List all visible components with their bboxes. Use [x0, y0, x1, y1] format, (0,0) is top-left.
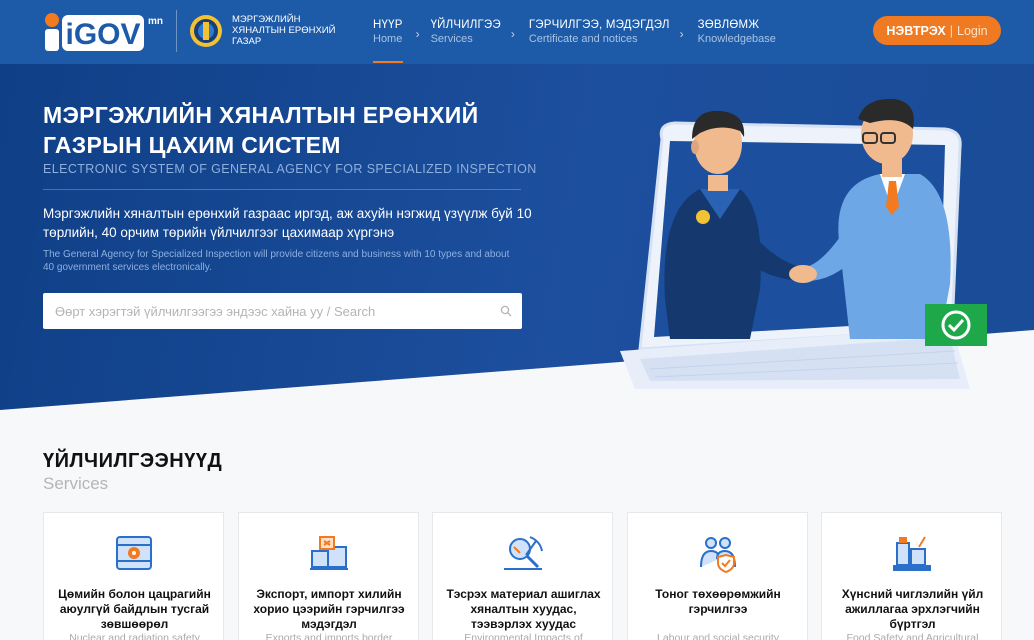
service-card[interactable]: Экспорт, импорт хилийн хорио цээрийн гэр… — [237, 512, 419, 640]
boxes-icon — [309, 536, 348, 570]
main-nav: НҮҮР Home › ҮЙЛЧИЛГЭЭ Services › ГЭРЧИЛГ… — [373, 18, 804, 63]
nav-item-knowledgebase[interactable]: › ЗӨВЛӨМЖ Knowledgebase — [680, 18, 776, 46]
nav-sublabel: Certificate and notices — [528, 33, 638, 45]
service-card-subtitle: Environmental Impacts of — [464, 632, 583, 640]
services-heading: ҮЙЛЧИЛГЭЭНҮҮД — [43, 450, 223, 472]
login-separator: | — [949, 23, 954, 38]
services-subheading: Services — [43, 474, 109, 493]
nav-sublabel: Knowledgebase — [697, 33, 776, 45]
service-card[interactable]: Тэсрэх материал ашиглах хяналтын хуудас,… — [432, 512, 613, 640]
service-card-subtitle: Labour and social security inspection — [657, 632, 779, 640]
nav-label: ҮЙЛЧИЛГЭЭ — [430, 19, 501, 31]
nav-item-home[interactable]: НҮҮР Home — [373, 18, 403, 63]
chevron-right-icon: › — [415, 27, 420, 41]
hero-description-en: The General Agency for Specialized Inspe… — [43, 249, 510, 273]
service-card[interactable]: Хүнсний чиглэлийн үйл ажиллагаа эрхлэгчи… — [821, 512, 1002, 640]
service-card-subtitle: Nuclear and radiation safety — [69, 632, 200, 640]
login-label: НЭВТРЭХ — [886, 23, 946, 38]
service-card-title: Экспорт, импорт хилийн хорио цээрийн гэр… — [253, 587, 405, 631]
hero-banner: МЭРГЭЖЛИЙН ХЯНАЛТЫН ЕРӨНХИЙ ГАЗРЫН ЦАХИМ… — [0, 64, 1034, 414]
service-card[interactable]: Тоног төхөөрөмжийн гэрчилгээ Labour and … — [626, 512, 808, 640]
nav-label: НҮҮР — [373, 19, 403, 31]
hero-description: Мэргэжлийн хяналтын ерөнхий газраас иргэ… — [43, 206, 532, 240]
nav-label: ГЭРЧИЛГЭЭ, МЭДЭГДЭЛ — [528, 19, 670, 31]
login-label-en: Login — [957, 23, 988, 38]
food-products-icon — [893, 536, 931, 571]
service-card-subtitle: Exports and imports border — [265, 632, 393, 640]
nav-sublabel: Home — [373, 33, 403, 45]
svg-text:iGOV: iGOV — [65, 18, 140, 51]
logo-suffix: mn — [148, 16, 163, 27]
agency-name: МЭРГЭЖЛИЙН ХЯНАЛТЫН ЕРӨНХИЙ ГАЗАР — [232, 14, 336, 47]
search-bar — [43, 293, 522, 329]
service-card-title: Тоног төхөөрөмжийн гэрчилгээ — [655, 587, 781, 616]
service-card-title: Тэсрэх материал ашиглах хяналтын хуудас,… — [446, 587, 601, 631]
handshake-laptop-illustration — [620, 98, 987, 389]
hero-title: МЭРГЭЖЛИЙН ХЯНАЛТЫН ЕРӨНХИЙ ГАЗРЫН ЦАХИМ… — [43, 102, 479, 158]
service-card[interactable]: Цөмийн болон цацрагийн аюулгүй байдлын т… — [43, 512, 224, 640]
search-icon[interactable] — [500, 305, 512, 317]
nav-sublabel: Services — [430, 33, 473, 45]
nav-label: ЗӨВЛӨМЖ — [697, 19, 760, 31]
workers-shield-icon — [699, 537, 736, 573]
nav-item-services[interactable]: › ҮЙЛЧИЛГЭЭ Services — [416, 18, 501, 46]
service-card-title: Хүнсний чиглэлийн үйл ажиллагаа эрхлэгчи… — [841, 587, 984, 631]
service-card-title: Цөмийн болон цацрагийн аюулгүй байдлын т… — [58, 587, 211, 631]
hero-subtitle: ELECTRONIC SYSTEM OF GENERAL AGENCY FOR … — [43, 162, 537, 176]
hero-divider — [43, 189, 521, 190]
mining-tools-icon — [504, 536, 543, 570]
login-button[interactable]: НЭВТРЭХ | Login — [873, 16, 1001, 45]
top-navbar: iGOV mn МЭРГЭЖЛИЙН ХЯНАЛТЫН ЕРӨНХИЙ ГАЗА… — [0, 0, 1034, 64]
search-input[interactable] — [43, 294, 483, 328]
logo-divider — [176, 10, 177, 52]
agency-emblem-icon — [190, 15, 222, 47]
services-card-list: Цөмийн болон цацрагийн аюулгүй байдлын т… — [43, 512, 1002, 640]
chevron-right-icon: › — [679, 27, 684, 41]
service-card-subtitle: Food Safety and Agricultural — [846, 632, 979, 640]
radiation-barrel-icon — [116, 536, 152, 570]
nav-item-certificates[interactable]: › ГЭРЧИЛГЭЭ, МЭДЭГДЭЛ Certificate and no… — [511, 18, 670, 46]
chevron-right-icon: › — [510, 27, 515, 41]
